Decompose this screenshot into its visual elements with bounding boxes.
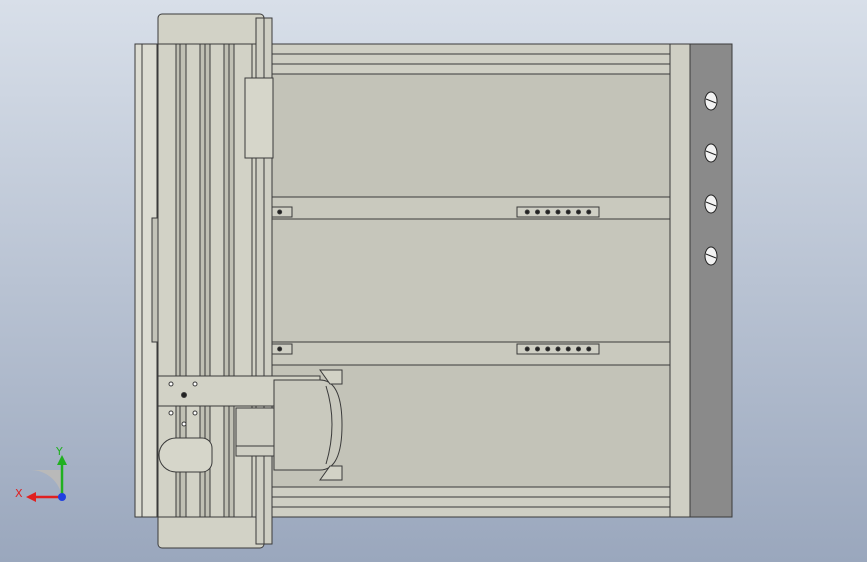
motor-housing	[158, 437, 213, 473]
hole-icon	[535, 209, 540, 215]
hole-icon	[545, 209, 551, 215]
x-axis-label: X	[15, 487, 23, 500]
lower-mount-bar	[264, 341, 671, 366]
coupling-block	[235, 407, 275, 457]
bottom-rail-strip	[264, 486, 671, 518]
hole-icon	[277, 346, 283, 352]
z-axis-dot	[58, 493, 66, 501]
hole-icon	[586, 209, 592, 215]
linear-stage-model[interactable]	[134, 13, 733, 549]
hole-icon	[586, 346, 592, 352]
hole-icon	[565, 209, 571, 215]
right-end-plate	[669, 43, 691, 518]
hole-icon	[576, 346, 581, 352]
hole-icon	[524, 209, 530, 215]
hole-icon	[524, 346, 530, 352]
hole-icon	[565, 346, 571, 352]
hole-icon	[277, 209, 283, 215]
hole-icon	[535, 346, 540, 352]
hole-icon	[555, 346, 561, 352]
upper-mount-bar	[264, 196, 671, 220]
cad-drawing[interactable]: Y X	[0, 0, 867, 562]
y-axis-label: Y	[55, 445, 63, 458]
hole-icon	[555, 209, 561, 215]
right-side-bar	[689, 43, 733, 518]
center-carriage-plate	[264, 218, 673, 343]
top-rail-strip	[264, 43, 671, 75]
top-slider-block	[244, 77, 274, 159]
hole-icon	[576, 209, 581, 215]
cad-viewport[interactable]: Y X	[0, 0, 867, 562]
hole-icon	[545, 346, 551, 352]
